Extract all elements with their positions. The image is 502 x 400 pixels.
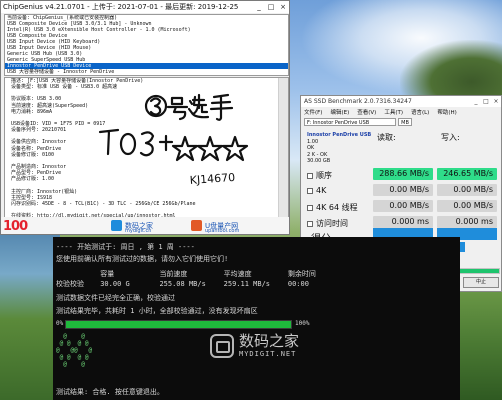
row-seq-label: 顺序 [316, 171, 332, 180]
chipgenius-window[interactable]: ChipGenius v4.21.0701 - 上传于: 2021-07-01 … [0, 0, 290, 235]
watermark-title: 数码之家 [239, 332, 300, 350]
row-cell-3: 259.11 MB/s [223, 280, 271, 288]
row-cell-4: 00:00 [287, 280, 309, 288]
drive-name: Innostor PenDrive USB [307, 132, 372, 138]
progress-start-label: 0% [56, 320, 64, 327]
as-ssd-titlebar[interactable]: AS SSD Benchmark 2.0.7316.34247 _ □ × [301, 96, 501, 107]
menu-tools[interactable]: 工具(T) [384, 108, 403, 116]
col-header-2: 当前速度 [159, 270, 188, 278]
row-cell-2: 255.08 MB/s [159, 280, 206, 288]
logo: 100 [3, 219, 28, 234]
maximize-button[interactable]: □ [265, 3, 277, 11]
row-4k: 4K [307, 186, 326, 195]
4k64-read-value: 0.00 MB/s [373, 200, 433, 212]
menu-help[interactable]: 帮助(H) [437, 108, 456, 116]
download-icon[interactable] [191, 220, 202, 231]
console-data-row: 校验校验 30.00 G 255.08 MB/s 259.11 MB/s 00:… [56, 279, 316, 289]
drive-size: 30.00 GB [307, 158, 331, 164]
maximize-button[interactable]: □ [481, 98, 491, 105]
minimize-button[interactable]: _ [471, 98, 481, 105]
row-access-checkbox[interactable] [307, 220, 313, 227]
drive-select[interactable]: F: Innostor PenDrive USB [304, 118, 396, 126]
ok-ascii-art: @ @ @ @ @ @ @ @@ @ @ @ @ @ @ @ [56, 333, 93, 368]
row-seq-checkbox[interactable] [307, 172, 313, 179]
row-4k-checkbox[interactable] [307, 187, 313, 194]
row-4k64-checkbox[interactable] [307, 204, 313, 211]
close-button[interactable]: × [491, 98, 501, 105]
device-detail-panel: 描述: [F:]USB 大容量存储设备(Innostor PenDrive) 设备… [4, 77, 289, 219]
close-button[interactable]: × [277, 3, 289, 11]
4k-write-value: 0.00 MB/s [437, 184, 497, 196]
menu-language[interactable]: 语言(L) [411, 108, 429, 116]
console-done-line: 测试数据文件已经完全正确，校验通过 [56, 294, 175, 302]
console-progress-fill [66, 321, 291, 328]
seq-read-value: 288.66 MB/s [373, 168, 433, 180]
console-warn-line: 您使用前确认所有测试过的数据，请勿入它们使用它们! [56, 255, 229, 263]
size-select[interactable]: MB [398, 118, 412, 126]
watermark: 数码之家 MYDIGIT.NET [210, 333, 299, 359]
row-4k-label: 4K [316, 186, 327, 195]
device-list-item[interactable]: USB Composite Device (Standard Keyboard) [5, 75, 288, 76]
col-write-header: 写入: [441, 133, 460, 142]
row-access-label: 访问时间 [316, 219, 348, 228]
console-result-line: 测试结果完毕，共耗时 1 小时，全部校验通过，没有发现坏扇区 [56, 307, 258, 315]
menu-file[interactable]: 文件(F) [304, 108, 322, 116]
link-download-sub[interactable]: upantool.com [205, 228, 239, 234]
row-seq: 顺序 [307, 170, 332, 181]
row-cell-1: 30.00 G [100, 280, 130, 288]
row-4k64-label: 4K 64 线程 [316, 203, 358, 212]
col-header-3: 平均速度 [223, 270, 252, 278]
console-header-line: ---- 开始测试于: 周日 , 第 1 周 ---- [56, 243, 195, 251]
col-header-4: 剩余时间 [287, 270, 316, 278]
watermark-subtitle: MYDIGIT.NET [239, 350, 297, 358]
row-4k64: 4K 64 线程 [307, 202, 358, 213]
access-read-value: 0.000 ms [373, 216, 433, 228]
detail-scrollbar[interactable] [278, 78, 288, 218]
seq-write-value: 246.65 MB/s [437, 168, 497, 180]
access-write-value: 0.000 ms [437, 216, 497, 228]
link-home-sub[interactable]: mydigit.cn [125, 228, 151, 234]
drive-info: Innostor PenDrive USB 1.00 OK 2 K - OK 3… [307, 132, 371, 165]
row-cell-0: 校验校验 [56, 280, 84, 288]
device-list[interactable]: 当前设备: ChipGenius_(系统或已安装控制器) USB Composit… [4, 14, 289, 76]
menu-view[interactable]: 查看(V) [357, 108, 376, 116]
console-col-headers: 容量 当前速度 平均速度 剩余时间 [56, 269, 316, 279]
progress-end-label: 100% [295, 320, 310, 327]
console-window[interactable]: ---- 开始测试于: 周日 , 第 1 周 ---- 您使用前确认所有测试过的… [53, 237, 460, 400]
home-icon[interactable] [111, 220, 122, 231]
console-last-line: 测试结果: 合格. 按任意键退出。 [56, 388, 164, 396]
col-header-1: 容量 [100, 270, 115, 278]
watermark-logo-icon [210, 334, 234, 358]
wallpaper-hills-left [0, 220, 60, 400]
as-ssd-menubar: 文件(F) 编辑(E) 查看(V) 工具(T) 语言(L) 帮助(H) [301, 107, 501, 116]
as-ssd-title: AS SSD Benchmark 2.0.7316.34247 [304, 98, 412, 105]
console-progress [65, 320, 292, 329]
minimize-button[interactable]: _ [253, 3, 265, 11]
row-access: 访问时间 [307, 218, 348, 229]
chipgenius-footer: 100 数码之家 mydigit.cn U盘量产网 upantool.com [1, 217, 289, 234]
abort-button[interactable]: 中止 [463, 277, 499, 288]
4k-read-value: 0.00 MB/s [373, 184, 433, 196]
4k64-write-value: 0.00 MB/s [437, 200, 497, 212]
menu-edit[interactable]: 编辑(E) [330, 108, 349, 116]
chipgenius-title: ChipGenius v4.21.0701 - 上传于: 2021-07-01 … [3, 3, 239, 11]
chipgenius-titlebar[interactable]: ChipGenius v4.21.0701 - 上传于: 2021-07-01 … [1, 1, 289, 13]
wallpaper-hills-right [460, 285, 502, 400]
col-read-header: 读取: [377, 133, 396, 142]
